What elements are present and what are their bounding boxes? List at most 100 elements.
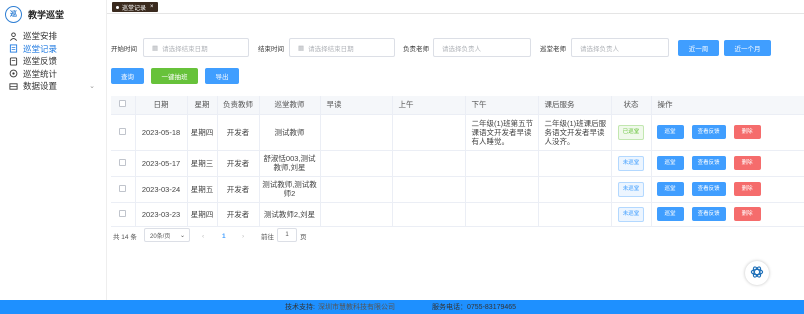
goto-label: 前往 — [261, 234, 274, 241]
feedback-icon — [9, 57, 18, 66]
table-row: 2023-03-23 星期四 开发者 测试教师2,刘星 未巡堂 巡堂 查看反馈 … — [111, 202, 804, 227]
support-company-link[interactable]: 深圳市慧教科技有限公司 — [318, 302, 395, 312]
sidebar-item-label: 巡堂记录 — [23, 43, 58, 54]
cell-pm — [465, 150, 539, 177]
last-week-button[interactable]: 近一周 — [678, 40, 719, 56]
goto-page-input[interactable]: 1 — [277, 228, 297, 242]
total-count: 共 14 条 — [113, 234, 137, 241]
select-all-checkbox[interactable] — [111, 96, 136, 115]
start-time-label: 开始时间 — [111, 45, 137, 53]
sidebar-item-feedback[interactable]: 巡堂反馈 — [0, 55, 107, 68]
cell-date: 2023-05-17 — [135, 150, 188, 177]
teacher-label: 负责老师 — [403, 45, 429, 53]
pagination: 共 14 条 — [113, 229, 137, 243]
page-size-select[interactable]: 20条/页 ⌄ — [144, 228, 190, 242]
inspect-button[interactable]: 巡堂 — [656, 156, 684, 170]
cell-morning — [320, 176, 393, 203]
cell-am — [392, 202, 466, 227]
end-date-input[interactable]: ▦ 请选择结束日期 — [289, 38, 395, 57]
view-feedback-button[interactable]: 查看反馈 — [691, 207, 726, 221]
cell-actions: 巡堂 查看反馈 删除 — [651, 150, 804, 177]
cell-after — [538, 202, 612, 227]
cell-actions: 巡堂 查看反馈 删除 — [651, 114, 804, 151]
column-header: 课后服务 — [538, 96, 612, 115]
batch-draw-button[interactable]: 一键抽班 — [151, 68, 198, 84]
column-header: 早读 — [320, 96, 393, 115]
close-icon[interactable]: × — [150, 4, 154, 10]
cell-status: 未巡堂 — [611, 202, 652, 227]
cell-teacher: 开发者 — [217, 114, 260, 151]
status-badge: 未巡堂 — [617, 181, 645, 197]
cell-teacher: 开发者 — [217, 176, 260, 203]
cell-patrol: 测试教师,测试教师2 — [259, 176, 321, 203]
row-checkbox[interactable] — [111, 150, 136, 177]
cell-morning — [320, 202, 393, 227]
delete-button[interactable]: 删除 — [733, 207, 761, 221]
cell-weekday: 星期四 — [187, 202, 218, 227]
sidebar-item-data-settings[interactable]: 数据设置 ⌄ — [0, 80, 107, 93]
column-header: 负责教师 — [217, 96, 260, 115]
sidebar: 巡 教学巡堂 巡堂安排 巡堂记录 巡堂反馈 巡堂统计 数据设置 ⌄ — [0, 0, 107, 300]
column-header: 上午 — [392, 96, 466, 115]
row-checkbox[interactable] — [111, 114, 136, 151]
column-header: 巡堂教师 — [259, 96, 321, 115]
cell-actions: 巡堂 查看反馈 删除 — [651, 176, 804, 203]
assistant-button[interactable] — [745, 261, 769, 285]
sidebar-menu: 巡堂安排 巡堂记录 巡堂反馈 巡堂统计 数据设置 ⌄ — [0, 30, 107, 93]
app-logo: 巡 教学巡堂 — [5, 4, 64, 24]
column-header: 星期 — [187, 96, 218, 115]
row-checkbox[interactable] — [111, 202, 136, 227]
cell-morning — [320, 150, 393, 177]
sidebar-item-label: 巡堂反馈 — [23, 56, 58, 67]
view-feedback-button[interactable]: 查看反馈 — [691, 182, 726, 196]
table-header-row: 日期 星期 负责教师 巡堂教师 早读 上午 下午 课后服务 状态 操作 — [111, 96, 804, 115]
teacher-select[interactable]: 请选择负责人 — [433, 38, 531, 57]
cell-after — [538, 176, 612, 203]
export-button[interactable]: 导出 — [205, 68, 239, 84]
cell-status: 未巡堂 — [611, 176, 652, 203]
cell-weekday: 星期四 — [187, 114, 218, 151]
last-month-button[interactable]: 近一个月 — [724, 40, 771, 56]
delete-button[interactable]: 删除 — [733, 156, 761, 170]
end-time-label: 结束时间 — [258, 45, 284, 53]
ai-assistant-icon — [749, 264, 765, 282]
chevron-left-icon: ‹ — [202, 232, 205, 240]
page-unit-label: 页 — [300, 234, 307, 241]
status-badge: 已巡堂 — [617, 124, 645, 140]
tab-records[interactable]: 巡堂记录 × — [112, 2, 158, 12]
sidebar-item-stats[interactable]: 巡堂统计 — [0, 68, 107, 81]
page-number-current[interactable]: 1 — [222, 229, 226, 243]
document-icon — [9, 44, 18, 53]
column-header: 下午 — [465, 96, 539, 115]
patrol-teacher-select[interactable]: 请选择负责人 — [571, 38, 669, 57]
inspect-button[interactable]: 巡堂 — [656, 125, 684, 139]
cell-am — [392, 176, 466, 203]
cell-weekday: 星期五 — [187, 176, 218, 203]
chevron-down-icon: ⌄ — [89, 83, 95, 91]
table-row: 2023-05-17 星期三 开发者 舒淑恬003,测试教师,刘星 未巡堂 巡堂… — [111, 150, 804, 177]
sidebar-item-label: 巡堂统计 — [23, 68, 58, 79]
delete-button[interactable]: 删除 — [733, 182, 761, 196]
app-title: 教学巡堂 — [28, 9, 65, 20]
delete-button[interactable]: 删除 — [733, 125, 761, 139]
inspect-button[interactable]: 巡堂 — [656, 182, 684, 196]
sidebar-item-arrangement[interactable]: 巡堂安排 — [0, 30, 107, 43]
query-button[interactable]: 查询 — [111, 68, 144, 84]
table-row: 2023-05-18 星期四 开发者 测试教师 二年级(1)班第五节课语文开发者… — [111, 114, 804, 151]
cell-date: 2023-03-24 — [135, 176, 188, 203]
cell-date: 2023-05-18 — [135, 114, 188, 151]
support-label: 技术支持: — [285, 304, 315, 311]
cell-after: 二年级(1)班课后服务语文开发者早读人没齐。 — [538, 114, 612, 151]
table-row: 2023-03-24 星期五 开发者 测试教师,测试教师2 未巡堂 巡堂 查看反… — [111, 176, 804, 203]
view-feedback-button[interactable]: 查看反馈 — [691, 156, 726, 170]
inspect-button[interactable]: 巡堂 — [656, 207, 684, 221]
start-date-input[interactable]: ▦ 请选择结束日期 — [143, 38, 249, 57]
footer: 技术支持: 深圳市慧教科技有限公司 服务电话：0755-83179465 — [0, 300, 804, 314]
next-page-button[interactable]: › — [242, 229, 244, 243]
cell-pm: 二年级(1)班第五节课语文开发者早读有人睡觉。 — [465, 114, 539, 151]
sidebar-item-records[interactable]: 巡堂记录 — [0, 43, 107, 56]
row-checkbox[interactable] — [111, 176, 136, 203]
view-feedback-button[interactable]: 查看反馈 — [691, 125, 726, 139]
prev-page-button[interactable]: ‹ — [202, 229, 204, 243]
user-icon — [9, 32, 18, 41]
